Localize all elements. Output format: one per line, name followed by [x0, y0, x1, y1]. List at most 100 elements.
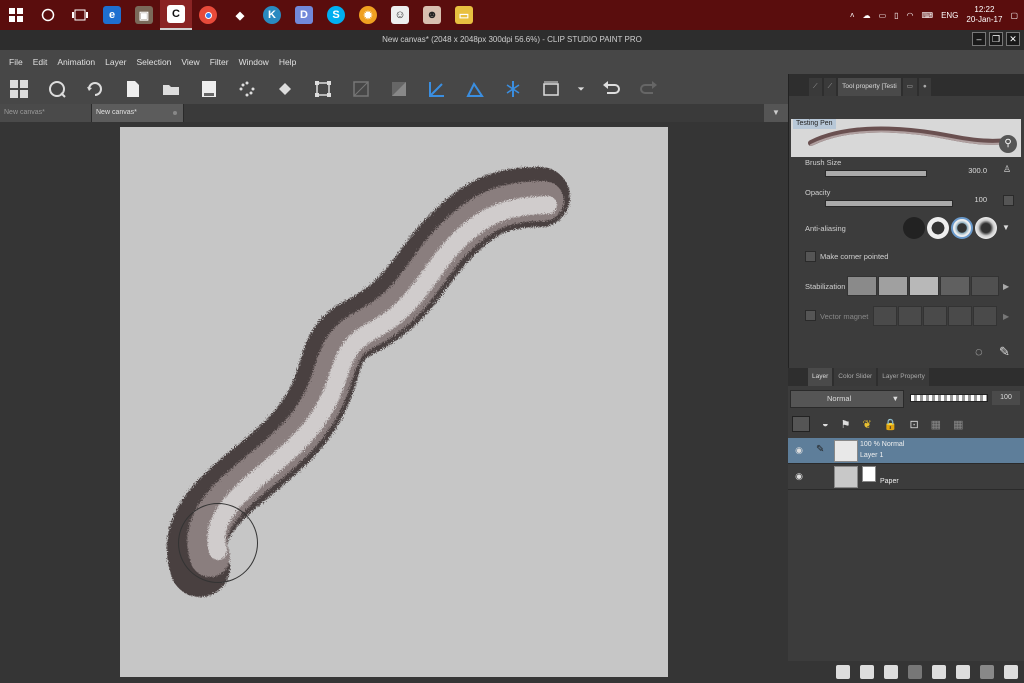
app2-icon[interactable]: ✹ [352, 0, 384, 30]
brush-size-value[interactable]: 300.0 [947, 166, 987, 175]
aa-weak-button[interactable] [927, 217, 949, 239]
tab-layer[interactable]: Layer [808, 368, 833, 386]
menu-edit[interactable]: Edit [28, 57, 53, 67]
new-folder-icon[interactable] [884, 665, 898, 679]
grid-icon[interactable] [6, 76, 32, 102]
menu-selection[interactable]: Selection [131, 57, 176, 67]
reference-layer-icon[interactable]: ⚑ [841, 418, 851, 431]
opacity-slider[interactable] [825, 200, 953, 207]
skype-icon[interactable]: S [320, 0, 352, 30]
menu-filter[interactable]: Filter [205, 57, 234, 67]
select-dots-icon[interactable] [234, 76, 260, 102]
eye-icon[interactable]: ◉ [792, 445, 806, 457]
chevron-up-icon[interactable]: ˄ [850, 11, 855, 20]
open-folder-icon[interactable] [158, 76, 184, 102]
layer-opacity-value[interactable]: 100 [992, 391, 1020, 405]
draft-layer-icon[interactable]: ❦ [863, 418, 872, 431]
stabilization-level-1[interactable] [847, 276, 877, 296]
wifi-icon[interactable]: ◠ [907, 11, 914, 20]
new-vector-layer-icon[interactable] [860, 665, 874, 679]
cortana-icon[interactable] [32, 0, 64, 30]
lock-transparency-icon[interactable]: ⊡ [909, 418, 918, 431]
vector-arrow-icon[interactable]: ▶ [1003, 312, 1009, 321]
tab-tool-a[interactable]: ⟋ [809, 78, 822, 96]
apply-mask-icon[interactable] [980, 665, 994, 679]
explorer-icon[interactable]: ▭ [448, 0, 480, 30]
layer-row-paper[interactable]: ◉ Paper [788, 464, 1024, 490]
stabilization-level-4[interactable] [940, 276, 970, 296]
tab-layer-property[interactable]: Layer Property [878, 368, 929, 386]
restore-button[interactable]: ❐ [989, 32, 1003, 46]
layer-color-icon[interactable] [792, 416, 810, 432]
windows-start-icon[interactable] [0, 0, 32, 30]
chrome-icon[interactable] [192, 0, 224, 30]
clip-layer-icon[interactable]: ◒ [822, 418, 829, 430]
stabilization-arrow-icon[interactable]: ▶ [1003, 282, 1009, 291]
menu-view[interactable]: View [176, 57, 204, 67]
opacity-toggle[interactable] [1003, 195, 1014, 206]
clear-selection-icon[interactable] [348, 76, 374, 102]
tab-canvas-2[interactable]: New canvas* [92, 104, 184, 122]
stabilization-level-3[interactable] [909, 276, 939, 296]
symmetry-ruler-icon[interactable] [500, 76, 526, 102]
app-icon[interactable]: ▣ [128, 0, 160, 30]
mask-icon[interactable]: ▦ [931, 418, 941, 431]
firefox-icon[interactable]: ◆ [224, 0, 256, 30]
stabilization-level-2[interactable] [878, 276, 908, 296]
aa-dropdown-icon[interactable]: ▼ [1002, 223, 1010, 232]
clock[interactable]: 12:22 20-Jan-17 [966, 5, 1002, 25]
vector-level-4[interactable] [948, 306, 972, 326]
new-raster-layer-icon[interactable] [836, 665, 850, 679]
canvas-workspace[interactable] [0, 122, 788, 683]
aa-none-button[interactable] [903, 217, 925, 239]
pen-icon[interactable]: ✎ [816, 444, 824, 455]
task-view-icon[interactable] [64, 0, 96, 30]
new-file-icon[interactable] [120, 76, 146, 102]
drawing-canvas[interactable] [120, 127, 668, 677]
language-indicator[interactable]: ENG [941, 11, 958, 20]
close-tab-icon[interactable] [173, 111, 177, 115]
menu-help[interactable]: Help [274, 57, 301, 67]
redo-icon[interactable] [636, 76, 662, 102]
tab-canvas-1[interactable]: New canvas* [0, 104, 92, 122]
tab-tool-property[interactable]: Tool property [Testi [838, 78, 901, 96]
vector-level-2[interactable] [898, 306, 922, 326]
tab-navigator[interactable]: ▭ [902, 78, 917, 96]
tab-menu-icon[interactable]: ▼ [764, 104, 788, 122]
vector-level-1[interactable] [873, 306, 897, 326]
brush-search-icon[interactable]: ⚲ [999, 135, 1017, 153]
tab-color-slider[interactable]: Color Slider [834, 368, 877, 386]
menu-file[interactable]: File [4, 57, 28, 67]
save-icon[interactable] [196, 76, 222, 102]
cloud-icon[interactable]: ☁ [863, 11, 871, 20]
ruler-icon[interactable] [424, 76, 450, 102]
blend-mode-select[interactable]: Normal ▼ [790, 390, 904, 408]
opacity-value[interactable]: 100 [959, 195, 987, 204]
invert-selection-icon[interactable] [386, 76, 412, 102]
clip-studio-icon[interactable]: C [160, 0, 192, 30]
notifications-icon[interactable]: ▢ [1010, 11, 1018, 20]
network-icon[interactable]: ▯ [894, 11, 898, 20]
aa-medium-button[interactable] [951, 217, 973, 239]
dropdown-icon[interactable] [576, 76, 586, 102]
keyboard-icon[interactable]: ⌨ [922, 11, 934, 20]
app3-icon[interactable]: ☺ [384, 0, 416, 30]
tab-tool-b[interactable]: ⟋ [823, 78, 837, 96]
close-button[interactable]: ✕ [1006, 32, 1020, 46]
edge-icon[interactable]: e [96, 0, 128, 30]
ruler-layer-icon[interactable]: ▦ [953, 418, 963, 431]
vector-level-5[interactable] [973, 306, 997, 326]
eye-icon[interactable]: ◉ [792, 471, 806, 483]
minimize-button[interactable]: – [972, 32, 986, 46]
stabilization-level-5[interactable] [971, 276, 999, 296]
refresh-icon[interactable] [82, 76, 108, 102]
canvas-size-icon[interactable] [538, 76, 564, 102]
menu-layer[interactable]: Layer [100, 57, 131, 67]
discord-icon[interactable]: D [288, 0, 320, 30]
reset-icon[interactable]: ◌ [975, 344, 983, 359]
battery-icon[interactable]: ▭ [879, 11, 887, 20]
corner-checkbox[interactable] [805, 251, 816, 262]
perspective-ruler-icon[interactable] [462, 76, 488, 102]
rotate-icon[interactable] [44, 76, 70, 102]
tab-color[interactable]: ● [918, 78, 931, 96]
